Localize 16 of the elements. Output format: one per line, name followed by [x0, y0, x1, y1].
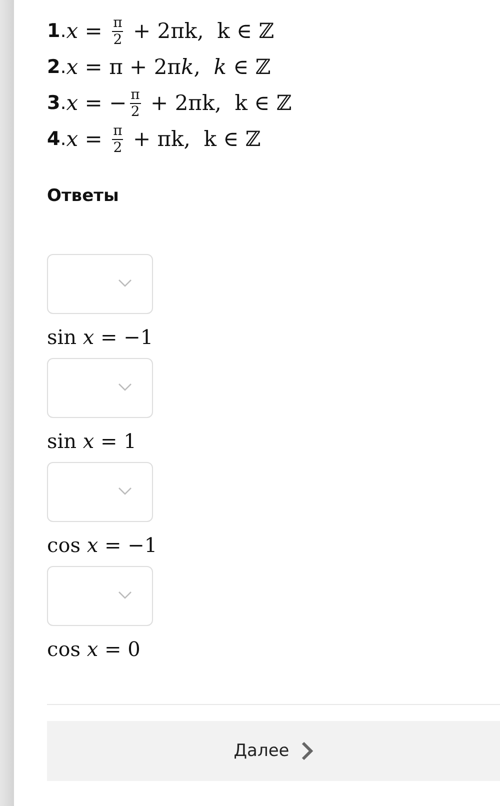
chevron-right-icon: [301, 741, 314, 761]
dropdown[interactable]: [47, 254, 153, 314]
equation-label: sin x = 1: [47, 428, 138, 455]
equation-label: sin x = −1: [47, 324, 154, 351]
equation-label: cos x = −1: [47, 532, 158, 559]
equation-label: cos x = 0: [47, 636, 142, 663]
next-button[interactable]: Далее: [47, 721, 500, 781]
chevron-down-icon: [118, 279, 132, 287]
chevron-down-icon: [118, 383, 132, 391]
chevron-down-icon: [118, 591, 132, 599]
dropdown[interactable]: [47, 566, 153, 626]
dropdown[interactable]: [47, 358, 153, 418]
chevron-down-icon: [118, 487, 132, 495]
dropdown[interactable]: [47, 462, 153, 522]
answer-option: 2.x = π + 2πk, k ∈ ℤ: [47, 50, 500, 84]
answers-heading: Ответы: [47, 186, 120, 206]
